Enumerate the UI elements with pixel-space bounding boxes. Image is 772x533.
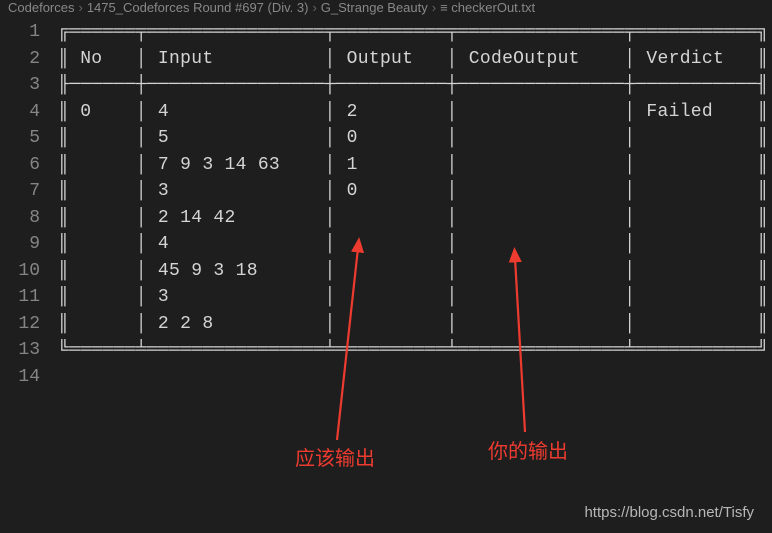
- breadcrumb-item[interactable]: G_Strange Beauty: [321, 0, 428, 15]
- chevron-right-icon: ›: [312, 0, 316, 15]
- code-content[interactable]: ╔══════╤════════════════╤══════════╤════…: [58, 19, 772, 364]
- breadcrumb[interactable]: Codeforces›1475_Codeforces Round #697 (D…: [0, 0, 772, 19]
- annotation-expected-label: 应该输出: [295, 442, 375, 471]
- chevron-right-icon: ›: [78, 0, 82, 15]
- breadcrumb-item[interactable]: 1475_Codeforces Round #697 (Div. 3): [87, 0, 309, 15]
- line-number-gutter: 1234567891011121314: [0, 19, 58, 390]
- editor-area[interactable]: 1234567891011121314 ╔══════╤════════════…: [0, 19, 772, 390]
- breadcrumb-item[interactable]: Codeforces: [8, 0, 74, 15]
- chevron-right-icon: ›: [432, 0, 436, 15]
- annotation-yours-label: 你的输出: [488, 435, 568, 464]
- breadcrumb-item[interactable]: ≡ checkerOut.txt: [440, 0, 535, 15]
- watermark: https://blog.csdn.net/Tisfy: [584, 504, 754, 521]
